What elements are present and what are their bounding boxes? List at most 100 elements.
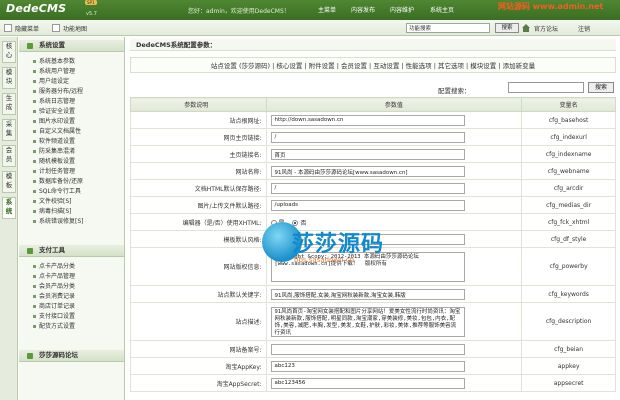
config-tabs[interactable]: 站点设置 (莎莎源码) | 核心设置 | 附件设置 | 会员设置 | 互动设置 … bbox=[130, 57, 616, 73]
param-label: 网站名称: bbox=[130, 162, 267, 180]
param-var: cfg_indexurl bbox=[521, 128, 616, 146]
hide-menu-icon[interactable] bbox=[4, 24, 12, 32]
param-input[interactable]: / bbox=[270, 131, 465, 143]
dedecms-logo: DedeCMS bbox=[6, 2, 67, 15]
main-panel: DedeCMS系统配置参数： 站点设置 (莎莎源码) | 核心设置 | 附件设置… bbox=[126, 37, 620, 400]
nav-main-menu[interactable]: 主菜单 bbox=[318, 5, 336, 14]
table-row: 站点描述: 91风尚首页-淘宝网女装搭配和图片分享网站！爱美女性流行时尚资讯：淘… bbox=[130, 302, 616, 341]
sidebar-item[interactable]: 防采集串混淆 bbox=[33, 147, 75, 156]
param-var: cfg_webname bbox=[521, 162, 616, 180]
sidebar-item[interactable]: 随机模板设置 bbox=[33, 157, 75, 166]
vtab-collect[interactable]: 采集 bbox=[2, 119, 16, 141]
sidebar-item[interactable]: 软件频道设置 bbox=[33, 137, 75, 146]
param-input[interactable] bbox=[270, 343, 465, 355]
config-search-input[interactable] bbox=[508, 82, 584, 93]
sidebar-item[interactable]: 配货方式设置 bbox=[33, 322, 75, 331]
sidebar-item[interactable]: 图片水印设置 bbox=[33, 117, 75, 126]
param-label: 编辑器（是/否）使用XHTML: bbox=[130, 213, 267, 231]
version-badge: SP1 bbox=[85, 0, 97, 5]
sidebar-item[interactable]: 计划任务管理 bbox=[33, 167, 75, 176]
param-var: cfg_beian bbox=[521, 340, 616, 358]
function-map-link[interactable]: 功能地图 bbox=[63, 24, 87, 33]
sidebar-item[interactable]: 系统日志管理 bbox=[33, 97, 75, 106]
watermark-logo: 莎莎源码 bbs.sasadown.cn bbox=[258, 220, 422, 280]
sidebar-item[interactable]: 病毒扫描[S] bbox=[33, 207, 72, 216]
nav-content-maintain[interactable]: 内容维护 bbox=[390, 5, 414, 14]
param-var: cfg_medias_dir bbox=[521, 196, 616, 214]
param-input[interactable]: /uploads bbox=[270, 199, 465, 211]
function-search-button[interactable]: 搜索 bbox=[495, 23, 519, 33]
param-label: 模板默认风格: bbox=[130, 230, 267, 248]
param-textarea[interactable]: 91风尚首页-淘宝网女装搭配和图片分享网站！爱美女性流行时尚资讯：淘宝网秋装新款… bbox=[270, 306, 465, 337]
config-search-label: 配置搜索： bbox=[438, 87, 471, 95]
vtab-template[interactable]: 模板 bbox=[2, 171, 16, 193]
sidebar-item[interactable]: 验证安全设置 bbox=[33, 107, 75, 116]
param-label: 站点描述: bbox=[130, 302, 267, 341]
param-label: 网站版权信息: bbox=[130, 247, 267, 286]
config-search-button[interactable]: 搜索 bbox=[588, 82, 614, 93]
top-header: DedeCMS SP1 v5.7 您好：admin，欢迎使用DedeCMS！ 主… bbox=[0, 0, 620, 20]
param-var: appkey bbox=[521, 357, 616, 375]
vtab-core[interactable]: 核心 bbox=[2, 41, 16, 63]
function-search-input[interactable] bbox=[406, 23, 490, 33]
param-var: cfg_fck_xhtml bbox=[521, 213, 616, 231]
vtab-module[interactable]: 模块 bbox=[2, 67, 16, 89]
param-label: 站点默认关键字: bbox=[130, 285, 267, 303]
sidebar-group-forum[interactable]: 莎莎源码论坛 bbox=[19, 350, 124, 362]
sidebar-group-title: 支付工具 bbox=[39, 246, 65, 254]
param-var: cfg_powerby bbox=[521, 247, 616, 286]
sidebar-item[interactable]: 会员产品分类 bbox=[33, 282, 75, 291]
sub-toolbar: 隐藏菜单 功能地图 搜索 官方论坛 注销 bbox=[0, 20, 620, 36]
param-label: 图片/上传文件默认路径: bbox=[130, 196, 267, 214]
vtab-generate[interactable]: 生成 bbox=[2, 93, 16, 115]
param-var: cfg_basehost bbox=[521, 111, 616, 129]
nav-content-publish[interactable]: 内容发布 bbox=[351, 5, 375, 14]
sidebar-item[interactable]: 服务器分布/远程 bbox=[33, 87, 83, 96]
table-row: 网站备案号: cfg_beian bbox=[130, 340, 616, 358]
sidebar-item[interactable]: 点卡产品分类 bbox=[33, 262, 75, 271]
param-input[interactable]: abc123456 bbox=[270, 377, 465, 389]
nav-system-home[interactable]: 系统主页 bbox=[430, 5, 454, 14]
param-input[interactable]: 91风尚 - 本源码由莎莎源码论坛[www.sasadown.cn] bbox=[270, 165, 465, 177]
param-input[interactable]: abc123 bbox=[270, 360, 465, 372]
param-input[interactable]: http://down.sasadown.cn bbox=[270, 114, 465, 126]
sidebar-group-title: 系统设置 bbox=[39, 41, 65, 49]
home-icon[interactable] bbox=[522, 24, 530, 34]
version-label: v5.7 bbox=[86, 11, 97, 17]
sidebar-item[interactable]: 用户组设定 bbox=[33, 77, 69, 86]
param-label: 主页链接名: bbox=[130, 145, 267, 163]
site-watermark-text: 网站源码 www.admin.net bbox=[498, 2, 604, 11]
sidebar-item[interactable]: 点卡产品管理 bbox=[33, 272, 75, 281]
vtab-system[interactable]: 系统 bbox=[2, 197, 16, 219]
sidebar-item[interactable]: 商店订单记录 bbox=[33, 302, 75, 311]
vtab-member[interactable]: 会员 bbox=[2, 145, 16, 167]
sidebar-group-payment-tools[interactable]: 支付工具 bbox=[19, 245, 124, 257]
sidebar-item[interactable]: 数据库备份/还原 bbox=[33, 177, 83, 186]
sidebar-item[interactable]: 系统基本参数 bbox=[33, 57, 75, 66]
sidebar-item[interactable]: SQL命令行工具 bbox=[33, 187, 81, 196]
sidebar-item[interactable]: 支付接口设置 bbox=[33, 312, 75, 321]
param-var: cfg_keywords bbox=[521, 285, 616, 303]
official-forum-link[interactable]: 官方论坛 bbox=[534, 24, 558, 33]
param-var: cfg_df_style bbox=[521, 230, 616, 248]
table-row: 图片/上传文件默认路径: /uploads cfg_medias_dir bbox=[130, 196, 616, 214]
sidebar-item[interactable]: 自定义文档属性 bbox=[33, 127, 81, 136]
table-row: 网站名称: 91风尚 - 本源码由莎莎源码论坛[www.sasadown.cn]… bbox=[130, 162, 616, 180]
param-label: 网页主页链接: bbox=[130, 128, 267, 146]
logout-link[interactable]: 注销 bbox=[578, 24, 590, 33]
table-row: 站点默认关键字: 91风尚,服饰搭配,女装,淘宝网秋装新款,淘宝女装,韩版 cf… bbox=[130, 285, 616, 303]
sidebar-item[interactable]: 会员消费记录 bbox=[33, 292, 75, 301]
param-input[interactable]: / bbox=[270, 182, 465, 194]
param-var: cfg_description bbox=[521, 302, 616, 341]
param-input[interactable]: 91风尚,服饰搭配,女装,淘宝网秋装新款,淘宝女装,韩版 bbox=[270, 288, 465, 300]
param-label: 淘宝AppSecret: bbox=[130, 374, 267, 392]
hide-menu-link[interactable]: 隐藏菜单 bbox=[15, 24, 39, 33]
sidebar-item[interactable]: 文件校验[S] bbox=[33, 197, 72, 206]
sidebar: 系统设置 系统基本参数 系统用户管理 用户组设定 服务器分布/远程 系统日志管理… bbox=[19, 37, 125, 400]
sidebar-item[interactable]: 系统用户管理 bbox=[33, 67, 75, 76]
function-map-icon[interactable] bbox=[52, 24, 60, 32]
table-header-row: 参数说明 参数值 变量名 bbox=[130, 97, 616, 112]
sidebar-group-system-settings[interactable]: 系统设置 bbox=[19, 40, 124, 52]
sidebar-item[interactable]: 系统错误修复[S] bbox=[33, 217, 84, 226]
param-input[interactable]: 首页 bbox=[270, 148, 465, 160]
